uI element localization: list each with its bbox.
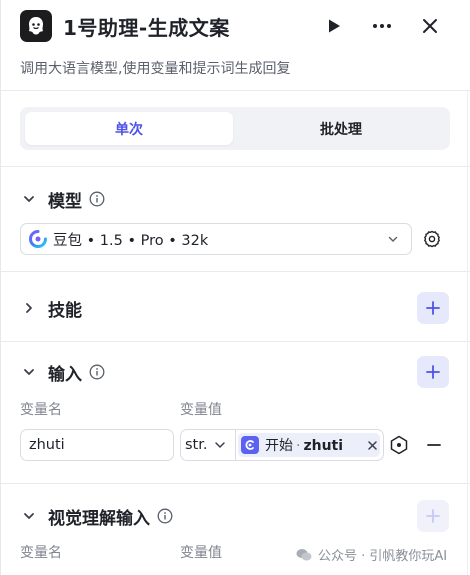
info-icon[interactable] bbox=[157, 508, 173, 524]
info-icon[interactable] bbox=[89, 191, 105, 207]
close-icon bbox=[423, 19, 437, 33]
model-settings-button[interactable] bbox=[421, 228, 443, 250]
input-section-title: 输入 bbox=[48, 364, 82, 385]
close-icon[interactable] bbox=[366, 438, 378, 452]
visual-input-section-header: 视觉理解输入 bbox=[20, 501, 173, 531]
chevron-down-icon bbox=[388, 236, 398, 242]
column-header-var-value: 变量值 bbox=[180, 402, 222, 418]
node-config-panel: 1号助理-生成文案 调用大语言模型,使用变量和提示词生成回复 单次 批处理 模型 bbox=[0, 0, 470, 575]
page-title: 1号助理-生成文案 bbox=[63, 16, 230, 40]
run-button[interactable] bbox=[318, 10, 350, 42]
visual-input-section-title: 视觉理解输入 bbox=[48, 508, 150, 529]
divider bbox=[1, 166, 470, 167]
input-section-header: 输入 bbox=[20, 357, 105, 387]
model-select[interactable]: 豆包 • 1.5 • Pro • 32k bbox=[20, 223, 412, 255]
model-section-header: 模型 bbox=[20, 184, 105, 214]
reference-separator: · bbox=[296, 438, 301, 454]
reference-variable: zhuti bbox=[303, 438, 344, 454]
model-select-value: 豆包 • 1.5 • Pro • 32k bbox=[53, 232, 209, 249]
skills-section-header: 技能 bbox=[20, 293, 82, 323]
tab-batch[interactable]: 批处理 bbox=[237, 112, 445, 145]
divider bbox=[235, 430, 236, 460]
column-header-var-name: 变量名 bbox=[20, 545, 62, 561]
add-input-button[interactable] bbox=[417, 356, 449, 388]
skills-section-title: 技能 bbox=[48, 300, 82, 321]
watermark: 公众号 · 引帆教你玩AI bbox=[296, 545, 447, 564]
more-button[interactable] bbox=[366, 10, 398, 42]
variable-reference-tag[interactable]: 开始 · zhuti bbox=[238, 433, 380, 457]
model-logo-icon bbox=[29, 230, 47, 248]
wechat-icon bbox=[296, 548, 312, 560]
add-visual-input-button[interactable] bbox=[417, 500, 449, 532]
panel-header: 1号助理-生成文案 调用大语言模型,使用变量和提示词生成回复 bbox=[1, 0, 470, 90]
plus-icon bbox=[426, 509, 440, 523]
remove-input-button[interactable] bbox=[425, 434, 443, 456]
close-button[interactable] bbox=[414, 10, 446, 42]
add-skill-button[interactable] bbox=[417, 292, 449, 324]
tab-single[interactable]: 单次 bbox=[25, 112, 233, 145]
reference-node: 开始 bbox=[265, 438, 293, 454]
settings-icon bbox=[424, 230, 440, 248]
column-header-var-value: 变量值 bbox=[180, 545, 222, 561]
scrollbar-track bbox=[467, 90, 468, 575]
minus-icon bbox=[427, 444, 441, 446]
variable-value-field: str. 开始 · zhuti bbox=[180, 429, 384, 461]
column-header-var-name: 变量名 bbox=[20, 402, 62, 418]
chevron-down-icon bbox=[215, 442, 225, 449]
chevron-down-icon[interactable] bbox=[20, 190, 38, 208]
model-section-title: 模型 bbox=[48, 191, 82, 212]
more-icon bbox=[373, 24, 391, 28]
chevron-right-icon[interactable] bbox=[20, 299, 38, 317]
divider bbox=[1, 90, 470, 91]
mode-tabs: 单次 批处理 bbox=[20, 107, 450, 150]
variable-type-select[interactable]: str. bbox=[185, 430, 207, 460]
chevron-down-icon[interactable] bbox=[20, 363, 38, 381]
variable-picker-button[interactable] bbox=[388, 434, 410, 456]
variable-icon bbox=[390, 435, 408, 455]
watermark-text: 公众号 · 引帆教你玩AI bbox=[318, 549, 448, 564]
play-icon bbox=[329, 19, 340, 33]
divider bbox=[1, 483, 470, 484]
plus-icon bbox=[426, 301, 440, 315]
app-logo-icon bbox=[20, 10, 52, 42]
chevron-down-icon[interactable] bbox=[20, 507, 38, 525]
divider bbox=[1, 341, 470, 342]
node-description: 调用大语言模型,使用变量和提示词生成回复 bbox=[20, 61, 291, 77]
info-icon[interactable] bbox=[89, 364, 105, 380]
reference-label: 开始 · zhuti bbox=[265, 435, 343, 455]
variable-name-input[interactable]: zhuti bbox=[20, 429, 174, 461]
divider bbox=[1, 271, 470, 272]
start-node-icon bbox=[241, 436, 259, 454]
plus-icon bbox=[426, 365, 440, 379]
variable-type-value: str. bbox=[185, 437, 208, 453]
